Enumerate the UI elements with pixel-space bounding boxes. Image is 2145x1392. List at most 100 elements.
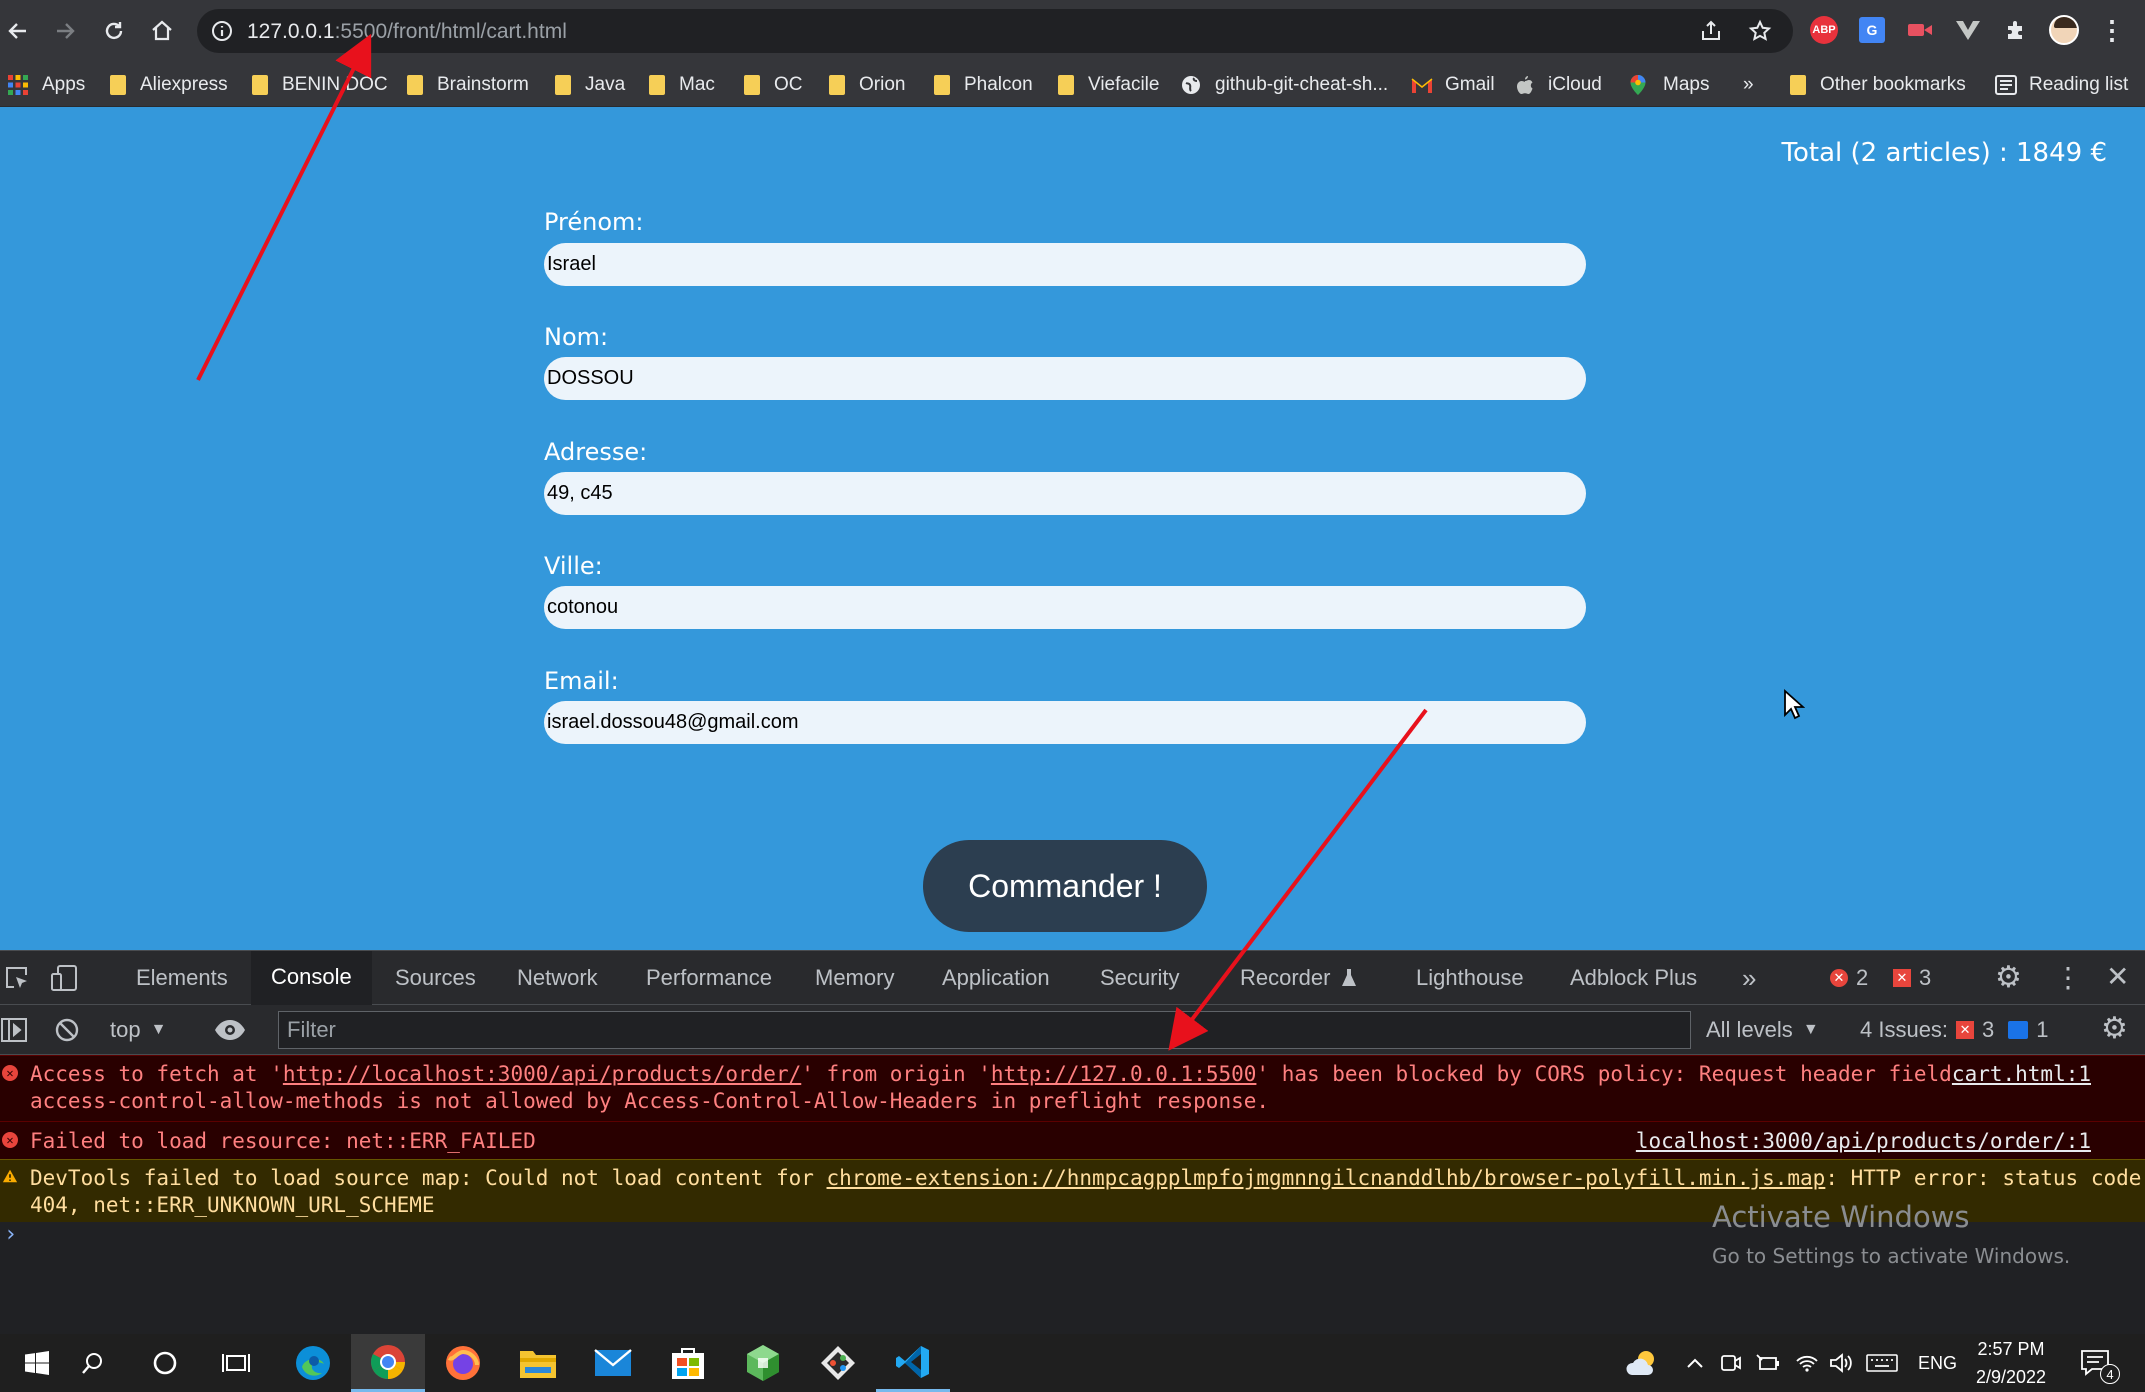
console-settings-gear-icon[interactable]: ⚙ [2101,1013,2128,1045]
back-button[interactable] [0,13,36,49]
translate-extension-icon[interactable]: G [1856,14,1888,46]
address-input[interactable]: 49, c45 [544,472,1586,515]
tab-recorder[interactable]: Recorder [1220,951,1378,1005]
bookmark-orion[interactable]: Orion [829,70,905,100]
chrome-app-active[interactable] [351,1334,425,1392]
tab-security[interactable]: Security [1080,951,1199,1005]
bookmark-star-icon[interactable] [1748,19,1772,43]
tab-network[interactable]: Network [497,951,618,1005]
clear-console-icon[interactable] [54,1017,80,1043]
home-button[interactable] [144,13,180,49]
meeting-icon[interactable] [1720,1334,1742,1392]
inspect-element-icon[interactable] [4,965,30,991]
mail-app[interactable] [576,1334,650,1392]
tab-memory[interactable]: Memory [795,951,914,1005]
bookmark-mac[interactable]: Mac [649,70,715,100]
bookmark-brainstorm[interactable]: Brainstorm [407,70,529,100]
context-selector[interactable]: top ▼ [110,1005,166,1055]
chrome-menu-icon[interactable]: ⋮ [2096,14,2128,46]
live-expression-eye-icon[interactable] [214,1019,246,1041]
log-levels-dropdown[interactable]: All levels ▼ [1706,1005,1819,1055]
task-view-button[interactable] [199,1334,273,1392]
tab-adblock-plus[interactable]: Adblock Plus [1550,951,1717,1005]
bookmark-viefacile[interactable]: Viefacile [1058,70,1159,100]
device-toolbar-icon[interactable] [50,964,80,992]
sourcemap-url-link[interactable]: chrome-extension://hnmpcagpplmpfojmgmnng… [827,1166,1826,1190]
bookmark-aliexpress[interactable]: Aliexpress [110,70,228,100]
bookmark-label: Phalcon [964,74,1033,95]
store-app[interactable] [651,1334,725,1392]
edge-app[interactable] [276,1334,350,1392]
tab-lighthouse[interactable]: Lighthouse [1396,951,1544,1005]
sidebar-toggle-icon[interactable] [0,1017,28,1043]
error-counter[interactable]: ✕ 2 [1830,951,1868,1005]
bookmark-github-cheat[interactable]: github-git-cheat-sh... [1181,70,1388,100]
share-icon[interactable] [1699,19,1723,43]
battery-icon[interactable] [1756,1334,1780,1392]
keyboard-icon[interactable] [1866,1334,1898,1392]
bookmark-benin-doc[interactable]: BENIN DOC [252,70,388,100]
hexagon-app[interactable] [726,1334,800,1392]
bookmark-reading-list[interactable]: Reading list [1995,70,2128,100]
cortana-circle-icon [153,1351,177,1375]
fetch-url-link[interactable]: http://localhost:3000/api/products/order… [283,1062,801,1086]
firefox-app[interactable] [426,1334,500,1392]
bookmark-oc[interactable]: OC [744,70,803,100]
adblock-extension-icon[interactable]: ABP [1808,14,1840,46]
source-link[interactable]: localhost:3000/api/products/order/:1 [1636,1128,2091,1155]
email-input[interactable]: israel.dossou48@gmail.com [544,701,1586,744]
bookmark-label: iCloud [1548,74,1602,95]
weather-widget[interactable] [1626,1334,1660,1392]
tray-overflow-chevron-icon[interactable] [1686,1334,1704,1392]
issue-counter[interactable]: ✕ 3 [1893,951,1931,1005]
issues-button[interactable]: 4 Issues: ✕ 3 1 [1860,1005,2049,1055]
globe-icon [1182,76,1200,94]
git-tool-app[interactable] [801,1334,875,1392]
close-devtools-icon[interactable]: ✕ [2106,960,2129,993]
tab-performance[interactable]: Performance [626,951,792,1005]
reload-button[interactable] [96,13,132,49]
lastname-input[interactable]: DOSSOU [544,357,1586,400]
tab-application[interactable]: Application [922,951,1070,1005]
notification-center-button[interactable]: 4 [2080,1334,2120,1392]
vue-extension-icon[interactable] [1952,14,1984,46]
order-button[interactable]: Commander ! [923,840,1207,932]
file-explorer-app[interactable] [501,1334,575,1392]
firstname-input[interactable]: Israel [544,243,1586,286]
bookmarks-overflow-button[interactable]: » [1743,70,1754,100]
bookmark-icloud[interactable]: iCloud [1516,70,1602,100]
tab-console[interactable]: Console [251,951,372,1005]
tab-sources[interactable]: Sources [375,951,496,1005]
console-filter-input[interactable]: Filter [278,1011,1691,1049]
origin-url-link[interactable]: http://127.0.0.1:5500 [991,1062,1257,1086]
volume-icon[interactable] [1829,1334,1853,1392]
search-button[interactable] [56,1334,130,1392]
more-tabs-button[interactable]: » [1722,951,1776,1005]
bookmark-gmail[interactable]: Gmail [1411,70,1495,100]
tab-elements[interactable]: Elements [116,951,248,1005]
source-link[interactable]: cart.html:1 [1952,1061,2091,1088]
settings-gear-icon[interactable]: ⚙ [1995,963,2025,993]
vscode-app[interactable] [876,1334,950,1392]
notification-count: 4 [2100,1364,2120,1384]
bookmark-apps[interactable]: Apps [8,70,85,100]
flask-icon [1342,969,1357,986]
language-indicator[interactable]: ENG [1918,1334,1957,1392]
bookmark-other[interactable]: Other bookmarks [1790,70,1966,100]
record-extension-icon[interactable] [1904,14,1936,46]
city-input[interactable]: cotonou [544,586,1586,629]
info-icon[interactable] [211,20,233,42]
cortana-button[interactable] [128,1334,202,1392]
profile-avatar[interactable] [2048,14,2080,46]
clock[interactable]: 2:57 PM 2/9/2022 [1976,1334,2046,1392]
devtools-menu-icon[interactable]: ⋮ [2054,961,2082,994]
forward-button[interactable] [47,13,83,49]
bookmark-label: Maps [1663,74,1710,95]
bookmark-maps[interactable]: Maps [1629,70,1709,100]
bookmark-phalcon[interactable]: Phalcon [934,70,1033,100]
address-bar[interactable]: 127.0.0.1:5500/front/html/cart.html [197,9,1793,53]
extensions-puzzle-icon[interactable] [2000,14,2032,46]
wifi-icon[interactable] [1795,1334,1819,1392]
bookmark-java[interactable]: Java [555,70,625,100]
back-arrow-icon [8,23,26,39]
